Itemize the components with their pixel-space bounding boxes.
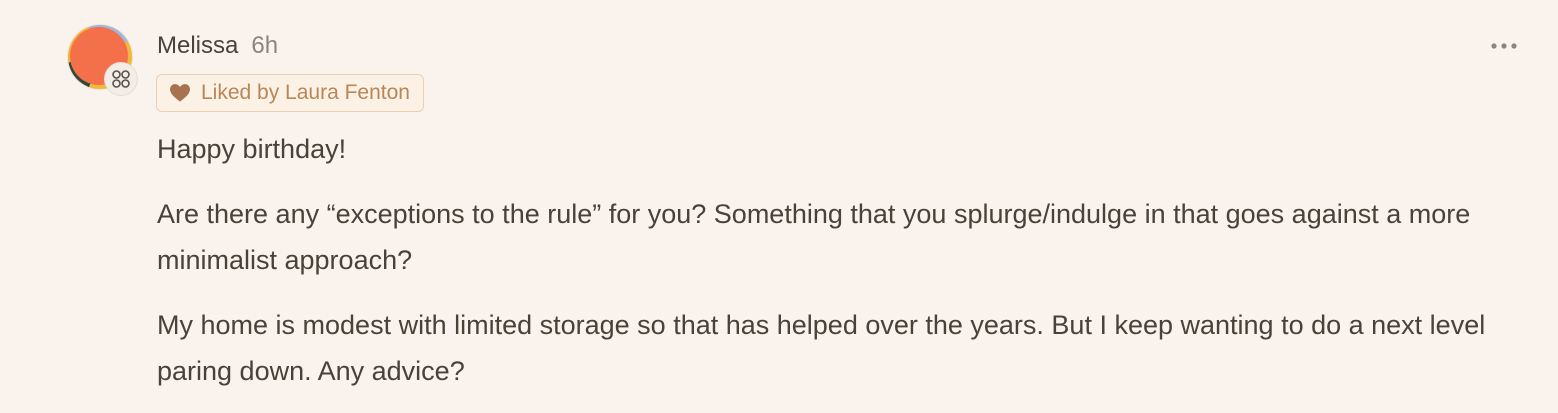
comment-paragraph: Happy birthday! [157, 134, 347, 164]
timestamp[interactable]: 6h [251, 32, 278, 60]
comment-body: Happy birthday! Are there any “exception… [157, 126, 1527, 413]
liked-by-label: Liked by Laura Fenton [201, 81, 410, 104]
author-name[interactable]: Melissa [157, 32, 238, 60]
more-options-button[interactable] [1490, 36, 1518, 56]
liked-by-chip[interactable]: Liked by Laura Fenton [156, 74, 424, 112]
subscriber-badge-icon [104, 62, 138, 96]
comment-paragraph: Are there any “exceptions to the rule” f… [157, 199, 1471, 275]
comment-paragraph: My home is modest with limited storage s… [157, 310, 1486, 386]
comment: Melissa 6h Liked by Laura Fenton Happy b… [0, 0, 1558, 412]
subscriber-badge-glyph [112, 70, 130, 88]
more-options-icon [1491, 43, 1517, 49]
comment-header: Melissa 6h [157, 30, 278, 62]
heart-icon [169, 83, 191, 103]
